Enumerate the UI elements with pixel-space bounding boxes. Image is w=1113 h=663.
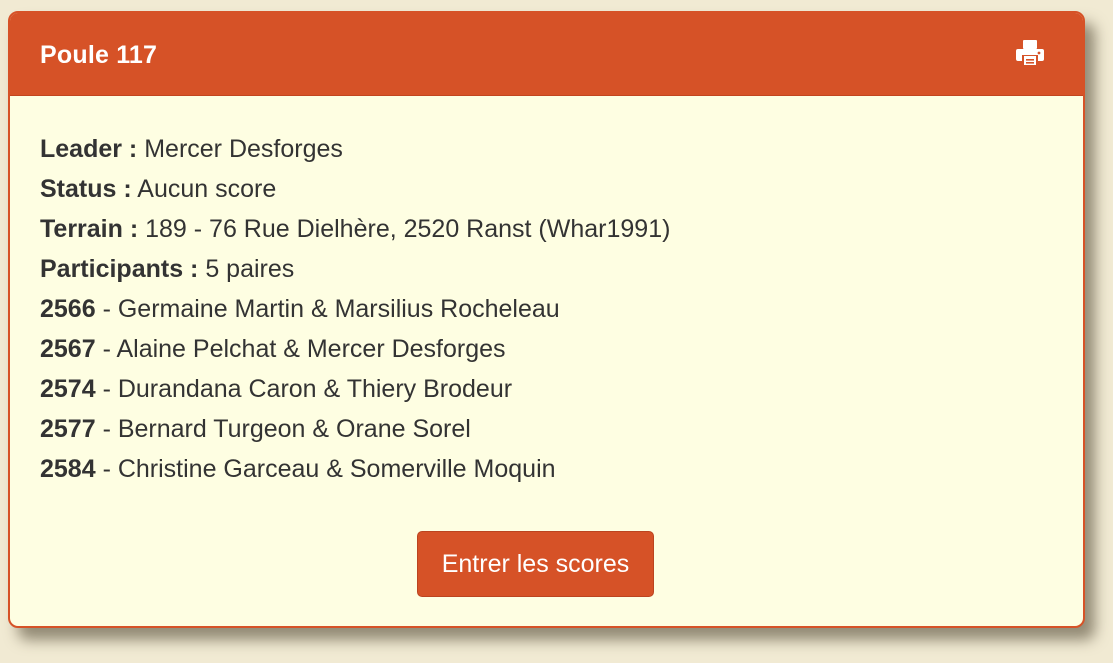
pair-row: 2567 - Alaine Pelchat & Mercer Desforges	[40, 329, 1053, 369]
pool-panel: Poule 117 Leader : Mercer Desforges Stat…	[8, 11, 1085, 628]
panel-header: Poule 117	[10, 13, 1083, 96]
pair-id: 2584	[40, 455, 96, 483]
terrain-label: Terrain :	[40, 215, 139, 243]
leader-value: Mercer Desforges	[144, 135, 343, 163]
pair-id: 2577	[40, 415, 96, 443]
pair-separator: -	[95, 335, 117, 363]
participants-label: Participants :	[40, 255, 199, 283]
pair-names: Germaine Martin & Marsilius Rocheleau	[117, 295, 560, 323]
pair-separator: -	[95, 455, 118, 483]
pair-row: 2577 - Bernard Turgeon & Orane Sorel	[40, 409, 1053, 449]
status-label: Status :	[40, 175, 132, 203]
pair-row: 2584 - Christine Garceau & Somerville Mo…	[40, 449, 1053, 489]
print-icon[interactable]	[1015, 38, 1045, 68]
pair-names: Christine Garceau & Somerville Moquin	[117, 455, 556, 483]
terrain-value: 189 - 76 Rue Dielhère, 2520 Ranst (Whar1…	[145, 215, 671, 243]
pair-separator: -	[95, 375, 118, 403]
leader-row: Leader : Mercer Desforges	[40, 129, 1053, 169]
panel-title: Poule 117	[40, 41, 158, 69]
pair-row: 2574 - Durandana Caron & Thiery Brodeur	[40, 369, 1053, 409]
actions: Entrer les scores	[40, 531, 1053, 597]
participants-value: 5 paires	[205, 255, 295, 283]
enter-scores-button[interactable]: Entrer les scores	[416, 531, 655, 597]
pair-row: 2566 - Germaine Martin & Marsilius Roche…	[40, 289, 1053, 329]
terrain-row: Terrain : 189 - 76 Rue Dielhère, 2520 Ra…	[40, 209, 1053, 249]
print-icon-graphic	[1016, 40, 1044, 66]
status-value: Aucun score	[137, 175, 277, 203]
panel-body: Leader : Mercer Desforges Status : Aucun…	[10, 96, 1083, 597]
pair-names: Durandana Caron & Thiery Brodeur	[117, 375, 513, 403]
pair-names: Alaine Pelchat & Mercer Desforges	[116, 335, 506, 363]
status-row: Status : Aucun score	[40, 169, 1053, 209]
pair-id: 2566	[40, 295, 96, 323]
pair-separator: -	[95, 295, 118, 323]
participants-row: Participants : 5 paires	[40, 249, 1053, 289]
pair-names: Bernard Turgeon & Orane Sorel	[117, 415, 471, 443]
pair-id: 2567	[40, 335, 96, 363]
leader-label: Leader :	[40, 135, 138, 163]
pair-id: 2574	[40, 375, 96, 403]
pair-separator: -	[95, 415, 118, 443]
